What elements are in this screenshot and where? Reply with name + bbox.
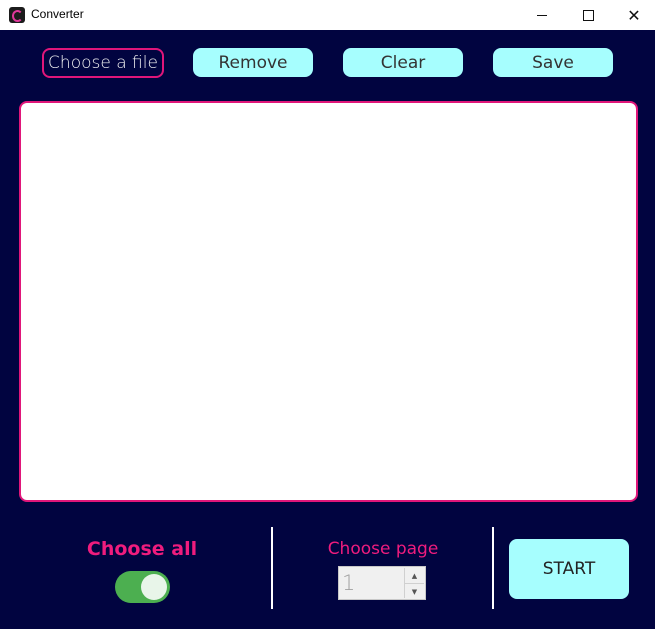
close-icon: ✕ [627, 5, 641, 25]
choose-page-label: Choose page [327, 539, 439, 559]
close-button[interactable]: ✕ [611, 0, 655, 30]
maximize-button[interactable] [565, 0, 611, 30]
text-output-area[interactable] [19, 101, 638, 502]
divider [271, 527, 273, 609]
divider [492, 527, 494, 609]
title-bar: Converter ✕ [0, 0, 655, 30]
minimize-icon [537, 14, 547, 16]
app-logo-icon [9, 7, 25, 23]
spin-down-icon[interactable]: ▼ [405, 584, 424, 599]
save-button[interactable]: Save [493, 48, 613, 77]
toggle-knob [141, 574, 167, 600]
page-number-value[interactable]: 1 [342, 571, 355, 595]
window-title: Converter [31, 7, 84, 21]
clear-button[interactable]: Clear [343, 48, 463, 77]
minimize-button[interactable] [519, 0, 565, 30]
spin-buttons: ▲ ▼ [404, 568, 424, 598]
choose-all-label: Choose all [86, 538, 198, 560]
choose-all-toggle[interactable] [115, 571, 170, 603]
page-spinbox[interactable]: 1 ▲ ▼ [338, 566, 426, 600]
start-button[interactable]: START [509, 539, 629, 599]
choose-file-button[interactable]: Choose a file [42, 48, 164, 78]
maximize-icon [582, 9, 594, 21]
spin-up-icon[interactable]: ▲ [405, 568, 424, 584]
remove-button[interactable]: Remove [193, 48, 313, 77]
